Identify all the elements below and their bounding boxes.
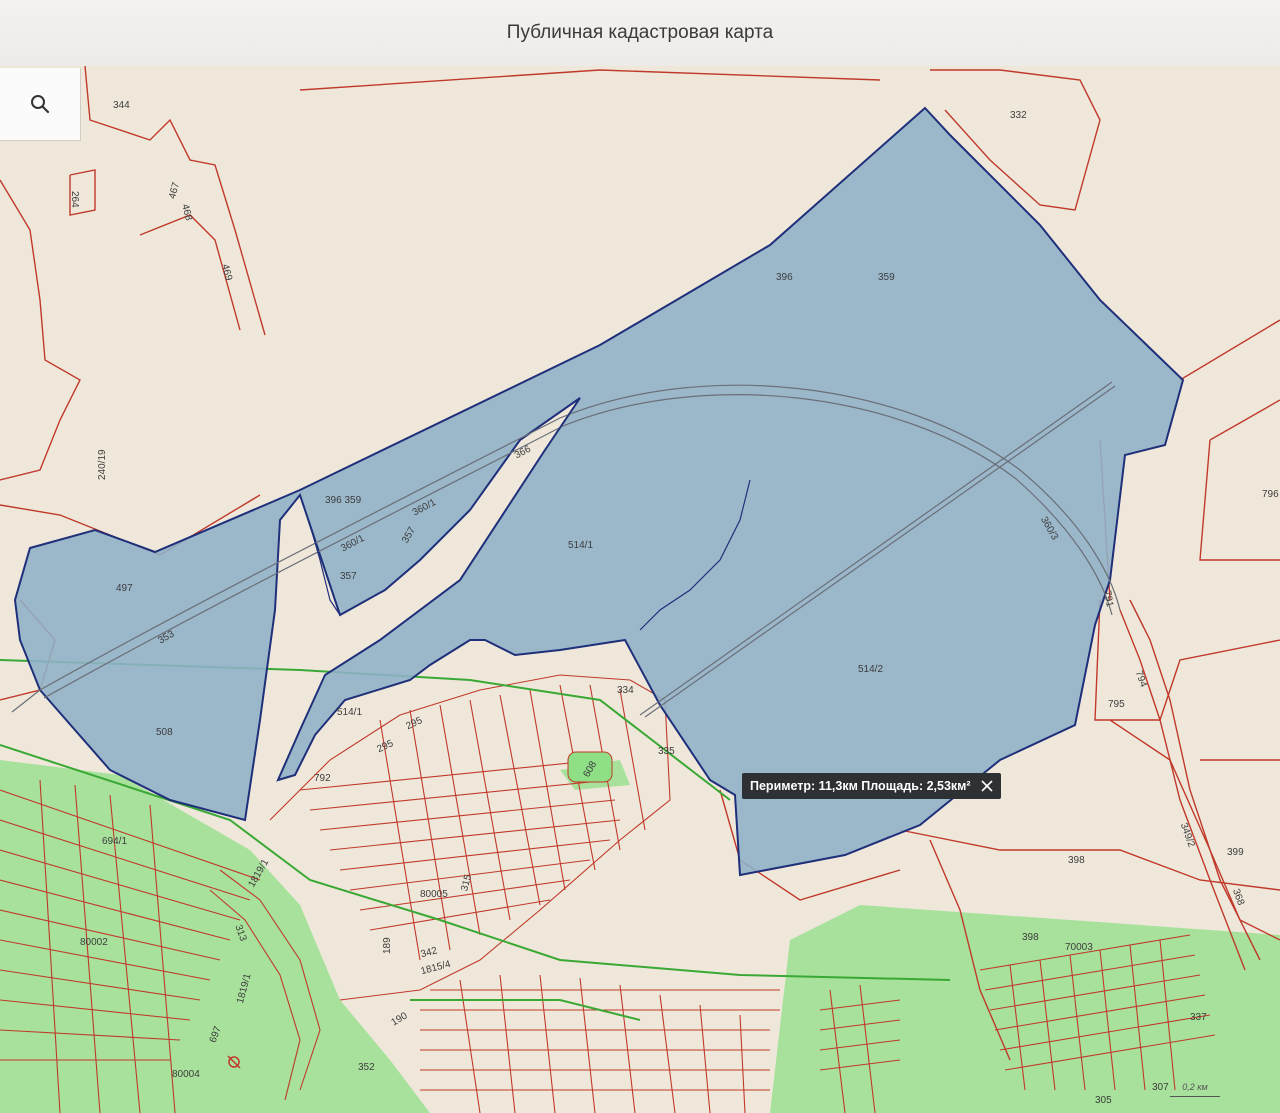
parcel-label: 514/1 [337,707,362,718]
parcel-label: 352 [358,1062,375,1073]
parcel-label: 514/1 [568,540,593,551]
map-canvas[interactable]: 344 332 264 467 468 469 396 359 396 359 … [0,66,1280,1113]
parcel-label: 508 [156,727,173,738]
parcel-label: 795 [1108,699,1125,710]
parcel-label: 796 [1262,489,1279,500]
close-icon[interactable] [981,780,993,792]
scale-bar: 0,2 км [1170,1082,1220,1097]
parcel-label: 335 [658,746,675,757]
parcel-label: 359 [878,272,895,283]
parcel-label: 307 [1152,1082,1169,1093]
search-icon [31,95,50,114]
scale-label: 0,2 км [1182,1082,1208,1092]
parcel-label: 80004 [172,1069,200,1080]
parcel-label: 694/1 [102,836,127,847]
parcel-label: 189 [382,937,393,954]
parcel-label: 305 [1095,1095,1112,1106]
parcel-label: 398 [1022,932,1039,943]
parcel-label: 332 [1010,110,1027,121]
parcel-label: 357 [340,571,357,582]
parcel-label: 80005 [420,889,448,900]
window-title: Публичная кадастровая карта [506,22,774,43]
parcel-label: 70003 [1065,942,1093,953]
measurement-text: Периметр: 11,3км Площадь: 2,53км² [750,779,971,793]
window-title-bar: Публичная кадастровая карта [0,0,1280,67]
parcel-label: 337 [1190,1012,1207,1023]
parcel-label: 396 [776,272,793,283]
parcel-label: 240/19 [97,449,108,480]
parcel-label: 344 [113,100,130,111]
parcel-label: 334 [617,685,634,696]
parcel-label: 399 [1227,847,1244,858]
parcel-label: 514/2 [858,664,883,675]
parcel-label: 792 [314,773,331,784]
parcel-label: 398 [1068,855,1085,866]
parcel-label: 396 359 [325,495,362,506]
parcel-label: 497 [116,583,133,594]
parcel-label: 80002 [80,937,108,948]
search-button[interactable] [0,68,81,141]
measurement-tooltip: Периметр: 11,3км Площадь: 2,53км² [742,773,1001,799]
parcel-label: 264 [69,191,80,208]
cadastral-map[interactable]: 344 332 264 467 468 469 396 359 396 359 … [0,66,1280,1113]
